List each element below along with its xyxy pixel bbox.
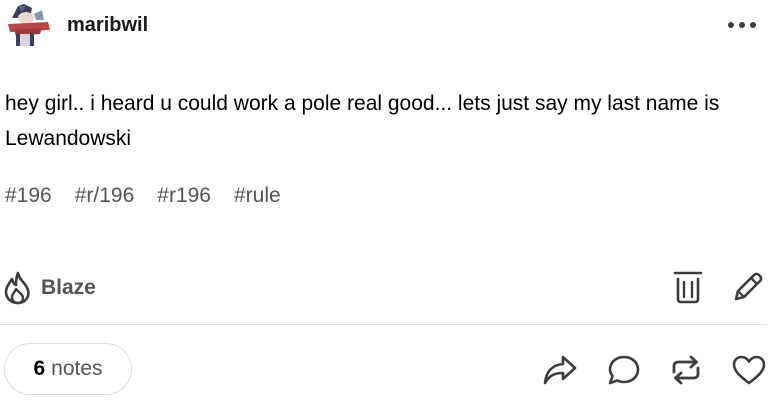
blaze-button[interactable]: Blaze [3, 270, 96, 306]
avatar[interactable] [4, 0, 52, 48]
trash-icon [673, 271, 703, 304]
blaze-label: Blaze [41, 276, 96, 299]
heart-icon [732, 355, 766, 385]
divider [0, 324, 767, 325]
more-horizontal-icon [728, 22, 756, 28]
username[interactable]: maribwil [67, 14, 148, 37]
flame-icon [4, 271, 30, 305]
tag-list: #196 #r/196 #r196 #rule [5, 184, 304, 208]
tag-item[interactable]: #rule [234, 184, 281, 208]
reblog-button[interactable] [667, 352, 705, 388]
like-button[interactable] [729, 352, 769, 388]
post-header: maribwil [0, 0, 777, 52]
share-button[interactable] [541, 352, 579, 388]
notes-label: notes [51, 357, 103, 380]
avatar-image [4, 0, 52, 48]
notes-count: 6 [33, 357, 46, 380]
share-icon [543, 355, 577, 385]
reply-icon [608, 355, 640, 385]
tag-item[interactable]: #r196 [157, 184, 211, 208]
more-options-button[interactable] [726, 15, 758, 35]
reblog-icon [672, 355, 700, 385]
tag-item[interactable]: #196 [5, 184, 52, 208]
tag-item[interactable]: #r/196 [75, 184, 135, 208]
post-text: hey girl.. i heard u could work a pole r… [5, 92, 720, 150]
post-card: maribwil hey girl.. i heard u could work… [0, 0, 777, 411]
notes-button[interactable]: 6 notes [4, 343, 132, 395]
reply-button[interactable] [605, 352, 643, 388]
edit-button[interactable] [730, 269, 766, 305]
delete-button[interactable] [671, 269, 705, 305]
pencil-icon [734, 272, 763, 301]
